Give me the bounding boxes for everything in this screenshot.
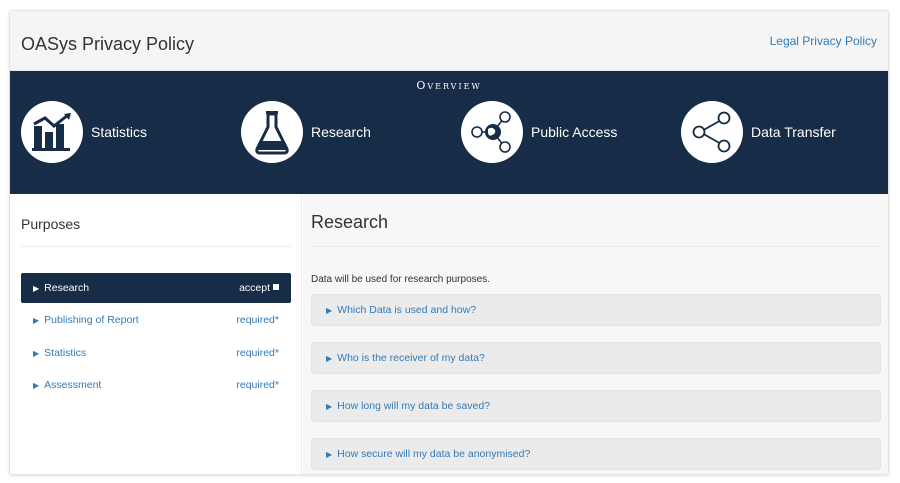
purpose-status: required* <box>236 379 279 391</box>
divider <box>21 246 291 247</box>
caret-right-icon: ▶ <box>33 284 40 293</box>
header: OASys Privacy Policy Legal Privacy Polic… <box>10 11 888 71</box>
purpose-status: required* <box>236 347 279 359</box>
purpose-name: ▶ Publishing of Report <box>33 314 139 326</box>
checkbox-icon[interactable] <box>273 284 279 290</box>
faq-item-which-data[interactable]: ▶ Which Data is used and how? <box>311 294 881 326</box>
purpose-label: Statistics <box>44 347 87 359</box>
sidebar-title: Purposes <box>21 216 81 232</box>
purposes-sidebar: Purposes ▶ Research accept ▶ Publishing of… <box>10 194 302 474</box>
globe-share-icon <box>461 101 523 163</box>
share-icon <box>681 101 743 163</box>
overview-label: Statistics <box>91 124 148 140</box>
faq-question: How long will my data be saved? <box>337 400 491 412</box>
detail-description: Data will be used for research purposes. <box>311 274 490 285</box>
purpose-status: accept <box>239 282 279 294</box>
faq-question: How secure will my data be anonymised? <box>337 448 531 460</box>
purpose-item-statistics[interactable]: ▶ Statistics required* <box>21 338 291 368</box>
purpose-name: ▶ Statistics <box>33 347 86 359</box>
faq-item-receiver[interactable]: ▶ Who is the receiver of my data? <box>311 342 881 374</box>
caret-right-icon: ▶ <box>326 353 333 363</box>
purpose-detail-panel: Research Data will be used for research … <box>303 194 888 474</box>
purpose-label: Publishing of Report <box>44 314 139 326</box>
detail-title: Research <box>311 212 389 232</box>
chart-icon <box>21 101 83 163</box>
faq-item-how-secure[interactable]: ▶ How secure will my data be anonymised? <box>311 438 881 470</box>
divider <box>311 246 881 247</box>
overview-title: Overview <box>416 79 482 92</box>
caret-right-icon: ▶ <box>33 349 40 358</box>
purpose-label: Assessment <box>44 379 102 391</box>
privacy-policy-card: OASys Privacy Policy Legal Privacy Polic… <box>9 10 889 475</box>
caret-right-icon: ▶ <box>33 381 40 390</box>
overview-banner: Overview Statistics Research Public Acce… <box>10 71 888 194</box>
purpose-item-publishing-of-report[interactable]: ▶ Publishing of Report required* <box>21 305 291 335</box>
page-title: OASys Privacy Policy <box>21 34 195 54</box>
flask-icon <box>241 101 303 163</box>
purpose-name: ▶ Research <box>33 282 89 294</box>
purpose-item-assessment[interactable]: ▶ Assessment required* <box>21 370 291 400</box>
overview-label: Research <box>311 124 371 140</box>
status-text: accept <box>239 282 270 294</box>
purpose-label: Research <box>44 282 90 294</box>
overview-item-research[interactable]: Research <box>241 100 371 164</box>
legal-privacy-policy-link[interactable]: Legal Privacy Policy <box>770 34 877 48</box>
overview-item-data-transfer[interactable]: Data Transfer <box>681 100 836 164</box>
purpose-item-research[interactable]: ▶ Research accept <box>21 273 291 303</box>
overview-item-statistics[interactable]: Statistics <box>21 100 147 164</box>
caret-right-icon: ▶ <box>326 449 333 459</box>
faq-question: Which Data is used and how? <box>337 304 477 316</box>
caret-right-icon: ▶ <box>326 305 333 315</box>
overview-label: Public Access <box>531 124 618 140</box>
faq-item-how-long[interactable]: ▶ How long will my data be saved? <box>311 390 881 422</box>
purpose-status: required* <box>236 314 279 326</box>
caret-right-icon: ▶ <box>33 316 40 325</box>
faq-question: Who is the receiver of my data? <box>337 352 485 364</box>
caret-right-icon: ▶ <box>326 401 333 411</box>
overview-label: Data Transfer <box>751 124 836 140</box>
overview-item-public-access[interactable]: Public Access <box>461 100 617 164</box>
purpose-name: ▶ Assessment <box>33 379 101 391</box>
